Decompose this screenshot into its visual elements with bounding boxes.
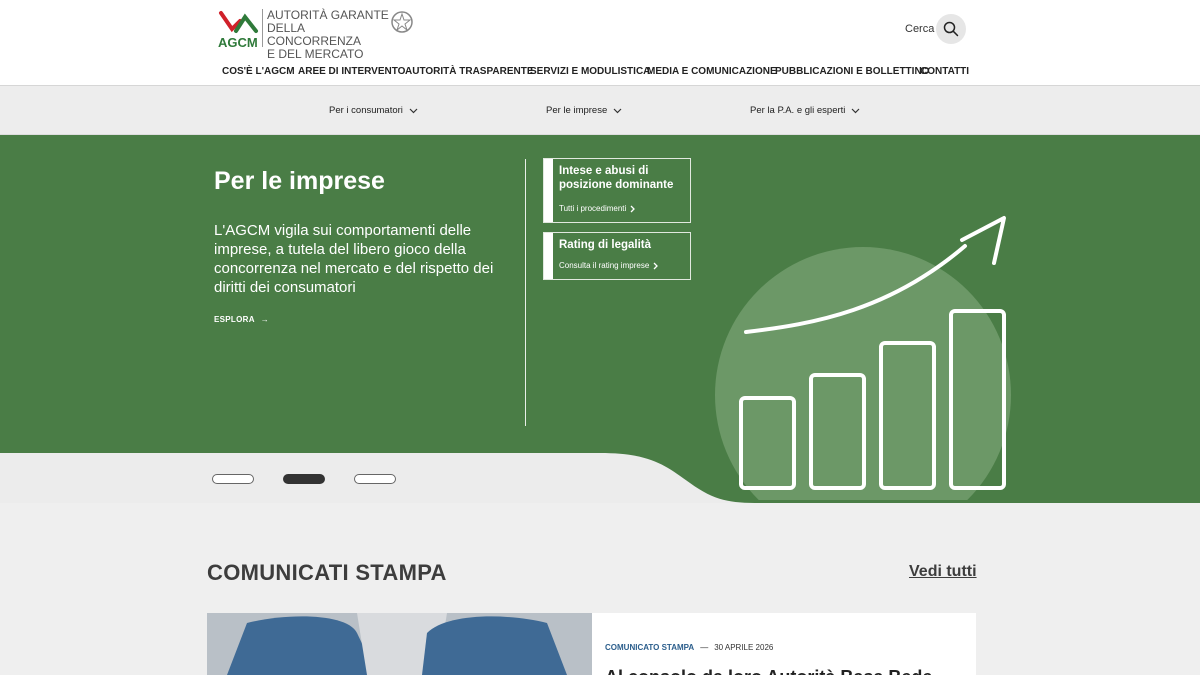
nav-item-cos-e-agcm[interactable]: COS'È L'AGCM [222, 66, 295, 77]
carousel-dot-1[interactable] [212, 474, 254, 484]
nav-item-aree-di-intervento[interactable]: AREE DI INTERVENTO [298, 66, 405, 77]
hero-description: L'AGCM vigila sui comportamenti delle im… [214, 222, 494, 296]
card-title: Rating di legalità [559, 239, 652, 251]
press-release-headline[interactable]: Al consolo da loro Autorità Basa Bede [605, 667, 932, 675]
nav-item-contatti[interactable]: CONTATTI [920, 66, 969, 77]
press-release-date: 30 APRILE 2026 [714, 643, 774, 652]
see-all-link[interactable]: Vedi tutti [909, 563, 977, 581]
card-link-label: Consulta il rating imprese [559, 261, 650, 270]
news-photo [207, 613, 592, 675]
card-link-label: Tutti i procedimenti [559, 204, 627, 213]
chevron-down-icon [409, 108, 418, 113]
hero-divider [525, 159, 526, 426]
nav-item-autorita-trasparente[interactable]: AUTORITÀ TRASPARENTE [405, 66, 534, 77]
site-header: AGCM Autorità Garante della Concorrenza … [0, 0, 1200, 86]
audience-tab-label: Per i consumatori [329, 105, 403, 116]
explore-link[interactable]: ESPLORA → [214, 315, 269, 324]
logo-divider [262, 9, 263, 47]
carousel-dot-3[interactable] [354, 474, 396, 484]
nav-item-media-comunicazione[interactable]: MEDIA E COMUNICAZIONE [647, 66, 777, 77]
explore-label: ESPLORA [214, 315, 255, 324]
card-rating-legalita[interactable]: Rating di legalità Consulta il rating im… [543, 232, 691, 280]
search-icon [943, 21, 959, 37]
audience-tab-label: Per la P.A. e gli esperti [750, 105, 846, 116]
growth-chart-illustration [715, 216, 1011, 500]
authority-name-line-2: della Concorrenza [267, 21, 362, 48]
audience-tab-imprese[interactable]: Per le imprese [546, 105, 622, 116]
audience-nav: Per i consumatori Per le imprese Per la … [0, 86, 1200, 135]
search-label[interactable]: Cerca [905, 23, 934, 35]
press-release-category: COMUNICATO STAMPA [605, 643, 695, 652]
card-link-rating[interactable]: Consulta il rating imprese [559, 261, 690, 270]
arrow-head-icon [960, 216, 1006, 265]
authority-name: Autorità Garante della Concorrenza e del… [267, 9, 389, 61]
press-release-image [207, 613, 592, 675]
chevron-right-icon [653, 262, 659, 269]
hero-title: Per le imprese [214, 167, 385, 195]
meta-separator: — [700, 643, 709, 652]
carousel-dot-2[interactable] [283, 474, 325, 484]
card-title: Intese e abusi di posizione dominante [559, 165, 674, 191]
chevron-down-icon [851, 108, 860, 113]
nav-item-servizi-modulistica[interactable]: SERVIZI E MODULISTICA [530, 66, 650, 77]
nav-item-pubblicazioni-bollettino[interactable]: PUBBLICAZIONI E BOLLETTINO [775, 66, 929, 77]
card-link-procedimenti[interactable]: Tutti i procedimenti [559, 204, 690, 213]
chevron-down-icon [613, 108, 622, 113]
chevron-right-icon [630, 205, 636, 212]
agcm-logo[interactable]: AGCM [218, 9, 260, 49]
audience-tab-pa-esperti[interactable]: Per la P.A. e gli esperti [750, 105, 860, 116]
republic-emblem-icon [391, 11, 413, 33]
hero-banner: Per le imprese L'AGCM vigila sui comport… [0, 135, 1200, 503]
arrow-right-icon: → [260, 315, 270, 324]
card-intese-abusi[interactable]: Intese e abusi di posizione dominante Tu… [543, 158, 691, 223]
logo-text: AGCM [218, 35, 258, 49]
press-release-card[interactable]: COMUNICATO STAMPA — 30 APRILE 2026 Al co… [207, 613, 976, 675]
press-section-title: COMUNICATI STAMPA [207, 560, 447, 585]
audience-tab-label: Per le imprese [546, 105, 608, 116]
authority-name-line-3: e del Mercato [267, 47, 364, 61]
press-release-meta: COMUNICATO STAMPA — 30 APRILE 2026 [605, 643, 773, 652]
search-button[interactable] [936, 14, 966, 44]
main-nav: COS'È L'AGCM AREE DI INTERVENTO AUTORITÀ… [0, 66, 1200, 80]
audience-tab-consumatori[interactable]: Per i consumatori [329, 105, 418, 116]
